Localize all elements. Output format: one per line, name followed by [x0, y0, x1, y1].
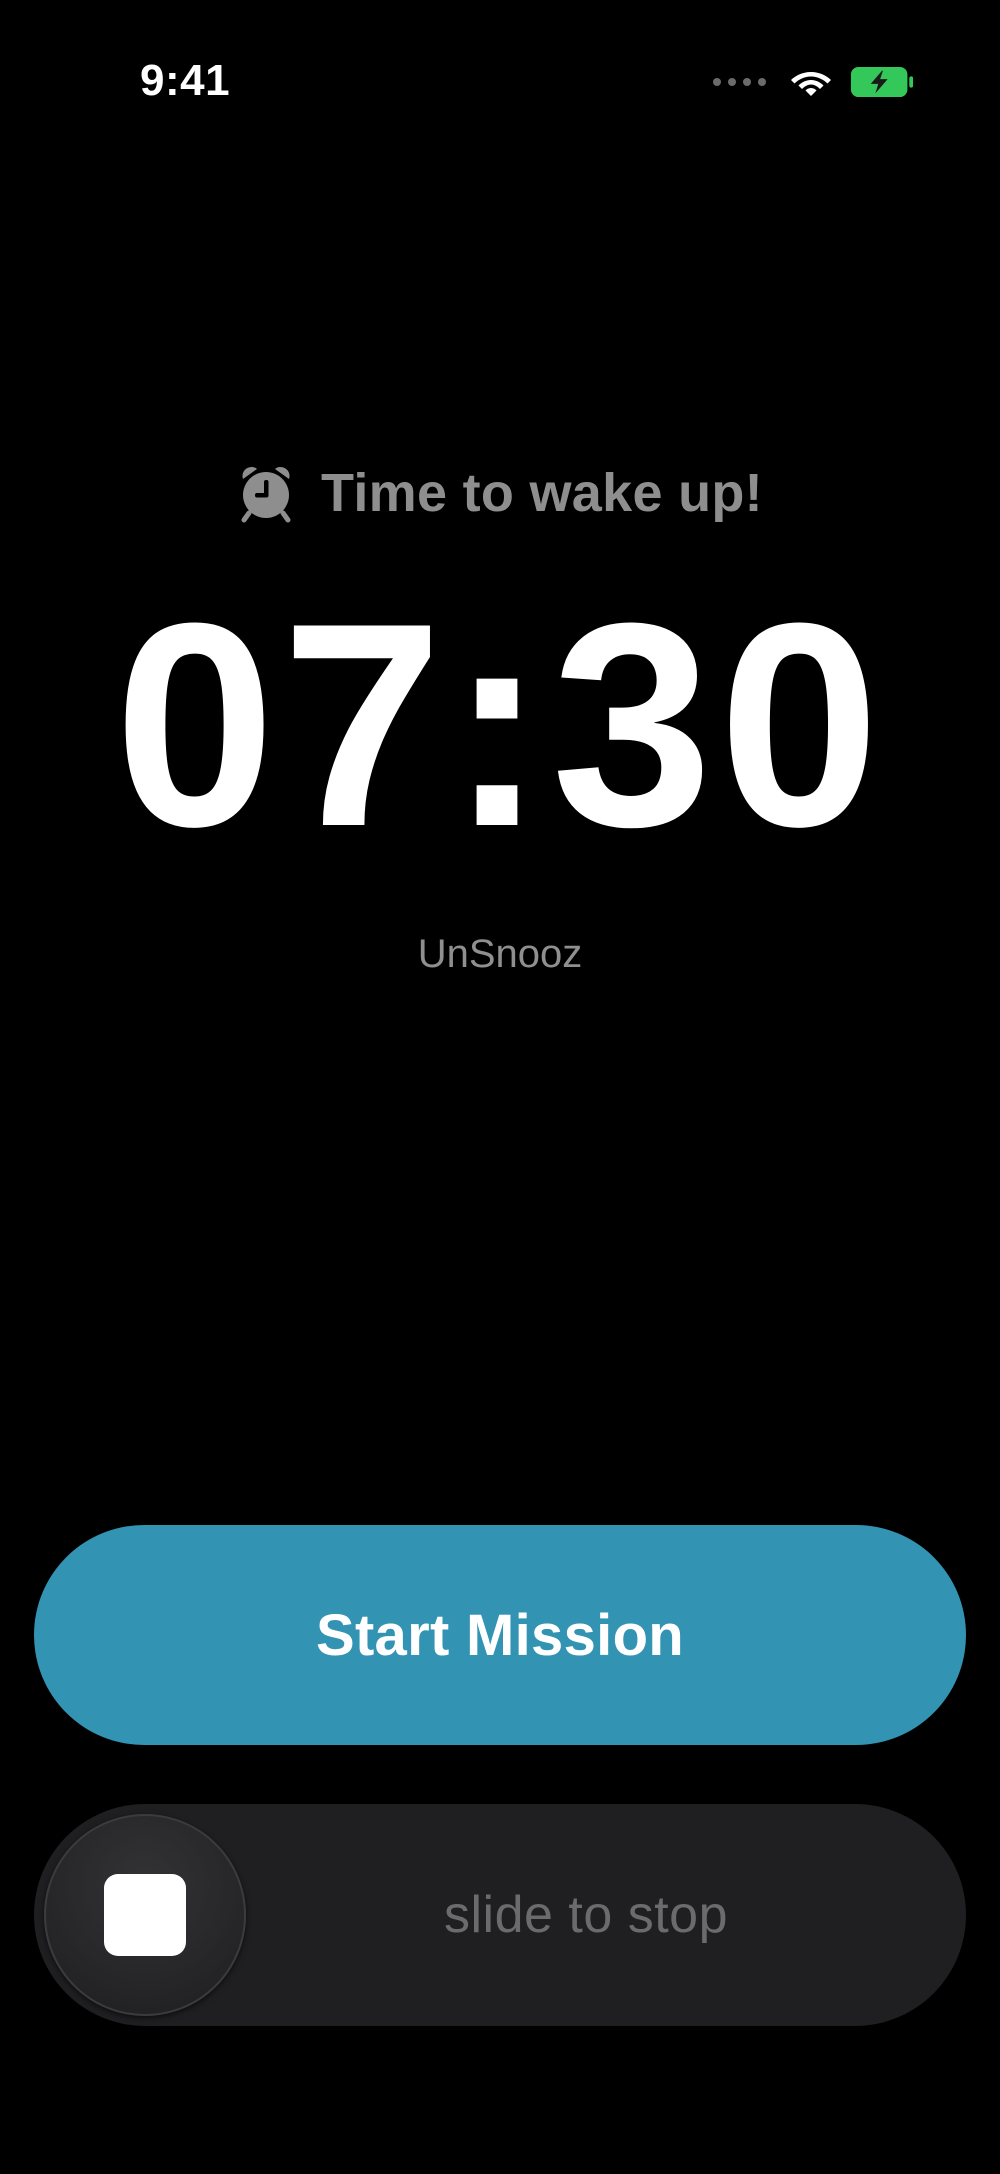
stop-square-icon — [104, 1874, 186, 1956]
alarm-clock-icon — [241, 467, 291, 523]
wifi-icon — [791, 72, 831, 96]
slider-knob[interactable] — [44, 1814, 246, 2016]
alarm-time: 07:30 — [114, 563, 886, 887]
cellular-signal-icon — [713, 78, 766, 86]
start-mission-label: Start Mission — [315, 1602, 685, 1668]
alarm-heading: Time to wake up! — [0, 462, 1000, 524]
slide-to-stop-slider[interactable]: slide to stop — [34, 1804, 966, 2026]
status-time: 9:41 — [140, 56, 231, 105]
status-bar: 9:41 — [0, 0, 1000, 160]
slide-to-stop-label: slide to stop — [444, 1886, 728, 1944]
status-icons — [713, 58, 914, 106]
alarm-title: Time to wake up! — [321, 463, 763, 523]
alarm-label: UnSnooz — [417, 932, 583, 976]
start-mission-button[interactable]: Start Mission — [34, 1525, 966, 1745]
battery-charging-icon — [850, 66, 914, 98]
